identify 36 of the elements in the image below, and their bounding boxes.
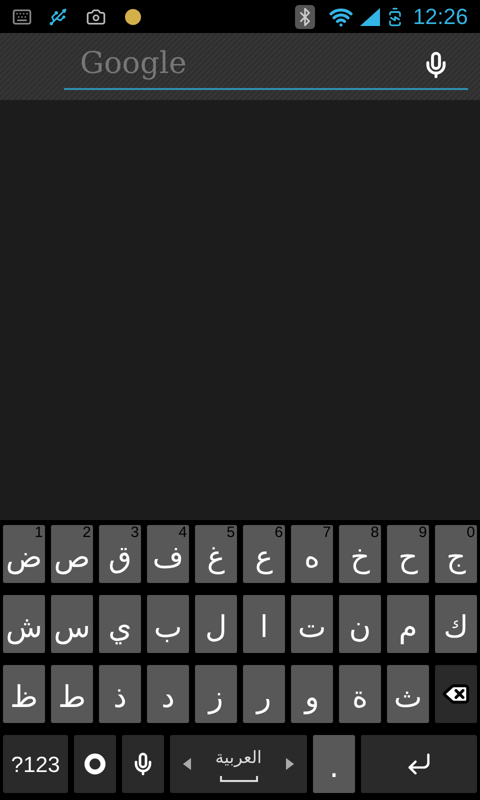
key[interactable]: م — [387, 595, 429, 653]
number-hint: 8 — [370, 525, 379, 540]
key[interactable]: . — [313, 735, 355, 793]
key[interactable]: ر — [243, 665, 285, 723]
key[interactable]: ت — [291, 595, 333, 653]
key[interactable]: ث — [387, 665, 429, 723]
number-hint: 5 — [226, 525, 235, 540]
key[interactable]: ظ — [3, 665, 45, 723]
key[interactable]: ك — [435, 595, 477, 653]
key[interactable]: ذ — [99, 665, 141, 723]
number-hint: 9 — [418, 525, 427, 540]
number-hint: 1 — [34, 525, 43, 540]
key[interactable]: ط — [51, 665, 93, 723]
space-key[interactable]: العربية — [170, 735, 307, 793]
key[interactable]: ز — [195, 665, 237, 723]
key[interactable]: ب — [147, 595, 189, 653]
number-hint: 7 — [322, 525, 331, 540]
clock: 12:26 — [412, 3, 468, 31]
key[interactable]: ي — [99, 595, 141, 653]
number-hint: 6 — [274, 525, 283, 540]
key[interactable]: ة — [339, 665, 381, 723]
number-hint: 3 — [130, 525, 139, 540]
search-field[interactable]: Google — [64, 42, 404, 90]
key[interactable]: ش — [3, 595, 45, 653]
number-hint: 0 — [466, 525, 475, 540]
key[interactable]: ا — [243, 595, 285, 653]
number-hint: 4 — [178, 525, 187, 540]
key[interactable]: و — [291, 665, 333, 723]
key[interactable]: د — [147, 665, 189, 723]
number-hint: 2 — [82, 525, 91, 540]
search-bar[interactable]: Google — [0, 33, 480, 100]
language-label: العربية — [215, 747, 262, 770]
symbols-key[interactable]: ?123 — [3, 735, 68, 793]
key[interactable]: ل — [195, 595, 237, 653]
key[interactable]: س — [51, 595, 93, 653]
key[interactable]: ن — [339, 595, 381, 653]
